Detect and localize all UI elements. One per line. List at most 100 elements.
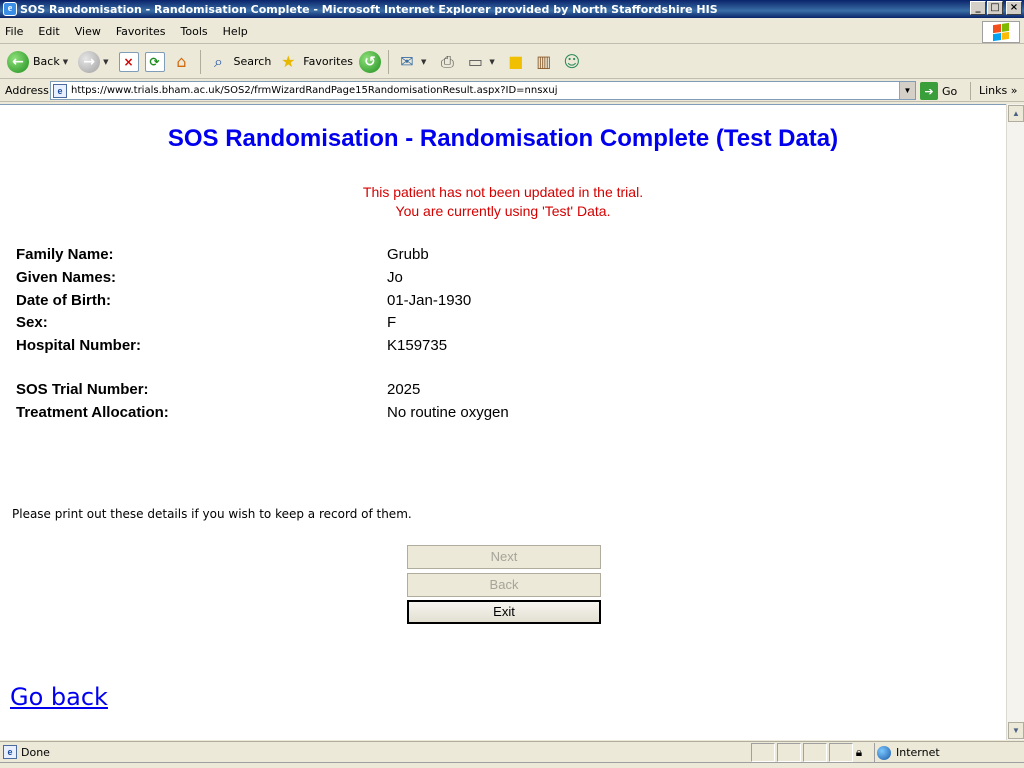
stop-icon: × [118, 51, 139, 72]
vertical-scrollbar[interactable]: ▲ ▼ [1006, 104, 1024, 740]
page-icon: e [53, 83, 67, 98]
windows-flag-icon [993, 22, 1009, 42]
menu-view[interactable]: View [75, 25, 101, 38]
page-content: SOS Randomisation - Randomisation Comple… [0, 104, 1006, 740]
status-bar: e Done 🔒︎ Internet [0, 741, 1024, 762]
search-icon: ⌕ [214, 51, 223, 71]
hospital-number-value: K159735 [387, 337, 448, 354]
address-url[interactable]: https://www.trials.bham.ac.uk/SOS2/frmWi… [71, 85, 557, 96]
status-panels [751, 743, 855, 762]
print-button[interactable]: ⎙ [433, 48, 461, 76]
given-names-label: Given Names: [16, 269, 117, 286]
refresh-icon: ⟳ [144, 51, 165, 72]
print-icon: ⎙ [440, 51, 454, 71]
back-dropdown-icon[interactable]: ▼ [63, 58, 68, 66]
menu-favorites[interactable]: Favorites [116, 25, 166, 38]
next-button[interactable]: Next [407, 545, 601, 569]
maximize-button[interactable]: □ [987, 1, 1003, 15]
hospital-number-label: Hospital Number: [16, 337, 142, 354]
edit-button[interactable]: ▭ ▼ [461, 48, 501, 76]
exit-button[interactable]: Exit [407, 600, 601, 624]
status-panel [829, 743, 853, 762]
refresh-button[interactable]: ⟳ [142, 48, 168, 76]
print-note: Please print out these details if you wi… [12, 507, 412, 521]
search-button[interactable]: ⌕ Search [205, 48, 275, 76]
forward-arrow-icon: → [78, 50, 101, 73]
page-done-icon: e [3, 745, 17, 759]
globe-icon [877, 745, 891, 760]
page-title: SOS Randomisation - Randomisation Comple… [167, 125, 839, 152]
zone-label: Internet [896, 746, 940, 759]
back-toolbar-label: Back [33, 55, 60, 68]
standard-toolbar: ← Back ▼ → ▼ × ⟳ ⌂ ⌕ Search ★ Favorites … [0, 45, 1024, 79]
messenger-icon: ☺ [563, 52, 581, 71]
status-panel [803, 743, 827, 762]
mail-dropdown-icon[interactable]: ▼ [421, 58, 426, 66]
treatment-allocation-value: No routine oxygen [387, 404, 509, 421]
menu-tools[interactable]: Tools [181, 25, 208, 38]
chevron-right-icon: » [1010, 84, 1018, 97]
mail-button[interactable]: ✉ ▼ [393, 48, 433, 76]
title-bar: e SOS Randomisation - Randomisation Comp… [0, 0, 1024, 18]
warning-line-1: This patient has not been updated in the… [362, 184, 644, 200]
dob-value: 01-Jan-1930 [387, 292, 472, 309]
minimize-button[interactable]: _ [970, 1, 986, 15]
taskbar-strip [0, 762, 1024, 768]
back-toolbar-button[interactable]: ← Back ▼ [4, 48, 75, 76]
links-button[interactable]: Links » [970, 82, 1018, 100]
menu-bar: File Edit View Favorites Tools Help [0, 20, 1024, 44]
favorites-label: Favorites [303, 55, 353, 68]
history-button[interactable]: ↺ [356, 48, 384, 76]
dob-label: Date of Birth: [16, 292, 111, 309]
address-input[interactable]: e https://www.trials.bham.ac.uk/SOS2/frm… [50, 81, 916, 100]
messenger-button[interactable]: ☺ [558, 48, 586, 76]
windows-logo [982, 21, 1020, 43]
trial-number-value: 2025 [387, 381, 421, 398]
sex-value: F [387, 314, 397, 331]
sex-label: Sex: [16, 314, 48, 331]
favorites-button[interactable]: ★ Favorites [274, 48, 356, 76]
back-arrow-icon: ← [7, 50, 29, 73]
home-button[interactable]: ⌂ [168, 48, 196, 76]
scroll-up-icon[interactable]: ▲ [1008, 105, 1024, 122]
go-label: Go [942, 84, 958, 98]
test-data-warning: This patient has not been updated in the… [0, 183, 1006, 221]
close-button[interactable]: × [1006, 1, 1022, 15]
mail-icon: ✉ [400, 52, 414, 71]
note-icon: ■ [508, 52, 524, 71]
history-icon: ↺ [359, 50, 381, 73]
star-icon: ★ [281, 52, 296, 71]
status-panel [751, 743, 775, 762]
warning-line-2: You are currently using 'Test' Data. [395, 203, 611, 219]
menu-help[interactable]: Help [223, 25, 248, 38]
back-button[interactable]: Back [407, 573, 601, 597]
security-zone[interactable]: Internet [874, 743, 940, 762]
stop-button[interactable]: × [116, 48, 142, 76]
research-button[interactable]: ▥ [530, 48, 558, 76]
family-name-label: Family Name: [16, 246, 114, 263]
window-title: SOS Randomisation - Randomisation Comple… [20, 2, 718, 16]
forward-toolbar-button[interactable]: → ▼ [75, 48, 115, 76]
scroll-down-icon[interactable]: ▼ [1008, 722, 1024, 739]
toolbar-separator [388, 49, 389, 74]
go-arrow-icon: ➔ [920, 82, 938, 100]
ie-icon: e [3, 2, 17, 16]
toolbar-separator [199, 49, 201, 74]
menu-edit[interactable]: Edit [38, 25, 59, 38]
address-dropdown-icon[interactable]: ▼ [899, 82, 915, 99]
trial-number-label: SOS Trial Number: [16, 381, 149, 398]
edit-page-icon: ▭ [467, 52, 483, 71]
forward-dropdown-icon[interactable]: ▼ [103, 58, 108, 66]
menu-file[interactable]: File [5, 25, 23, 38]
treatment-allocation-label: Treatment Allocation: [16, 404, 169, 421]
given-names-value: Jo [387, 269, 403, 286]
lock-icon[interactable]: 🔒︎ [851, 744, 867, 760]
go-back-link[interactable]: Go back [10, 683, 108, 711]
go-button[interactable]: ➔ Go [920, 82, 957, 100]
discuss-button[interactable]: ■ [502, 48, 530, 76]
home-icon: ⌂ [176, 52, 187, 71]
edit-dropdown-icon[interactable]: ▼ [489, 58, 494, 66]
search-label: Search [233, 55, 272, 68]
address-bar: Address e https://www.trials.bham.ac.uk/… [0, 80, 1024, 102]
status-panel [777, 743, 801, 762]
